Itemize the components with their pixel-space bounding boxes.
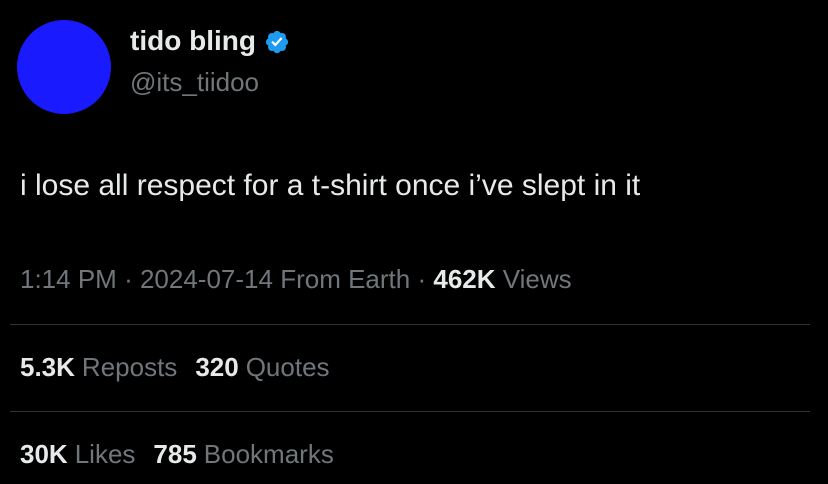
display-name[interactable]: tido bling xyxy=(130,24,256,58)
bookmarks-stat[interactable]: 785 Bookmarks xyxy=(153,438,333,470)
reposts-stat[interactable]: 5.3K Reposts xyxy=(20,351,177,383)
author-name-row: tido bling xyxy=(130,24,290,58)
stats-row-likes-bookmarks: 30K Likes 785 Bookmarks xyxy=(20,438,334,470)
meta-separator: · xyxy=(124,264,133,294)
tweet-time[interactable]: 1:14 PM xyxy=(20,264,117,294)
likes-stat[interactable]: 30K Likes xyxy=(20,438,135,470)
views-count: 462K xyxy=(433,264,496,294)
views-label: Views xyxy=(502,264,572,294)
likes-count: 30K xyxy=(20,439,68,469)
tweet-meta: 1:14 PM · 2024-07-14 From Earth · 462K V… xyxy=(20,263,572,295)
stats-row-reposts-quotes: 5.3K Reposts 320 Quotes xyxy=(20,351,330,383)
divider xyxy=(10,411,810,412)
likes-label: Likes xyxy=(74,439,136,469)
reposts-count: 5.3K xyxy=(20,352,75,382)
tweet-text: i lose all respect for a t-shirt once i’… xyxy=(20,169,641,202)
quotes-stat[interactable]: 320 Quotes xyxy=(195,351,329,383)
reposts-label: Reposts xyxy=(81,352,178,382)
author-handle[interactable]: @its_tiidoo xyxy=(130,66,259,98)
tweet-location: From Earth xyxy=(280,264,411,294)
quotes-count: 320 xyxy=(195,352,239,382)
verified-badge-icon xyxy=(265,30,289,54)
bookmarks-count: 785 xyxy=(153,439,197,469)
meta-separator: · xyxy=(417,264,427,294)
quotes-label: Quotes xyxy=(245,352,330,382)
avatar[interactable] xyxy=(17,20,111,114)
divider xyxy=(10,324,810,325)
tweet-date[interactable]: 2024-07-14 xyxy=(140,264,273,294)
bookmarks-label: Bookmarks xyxy=(203,439,334,469)
